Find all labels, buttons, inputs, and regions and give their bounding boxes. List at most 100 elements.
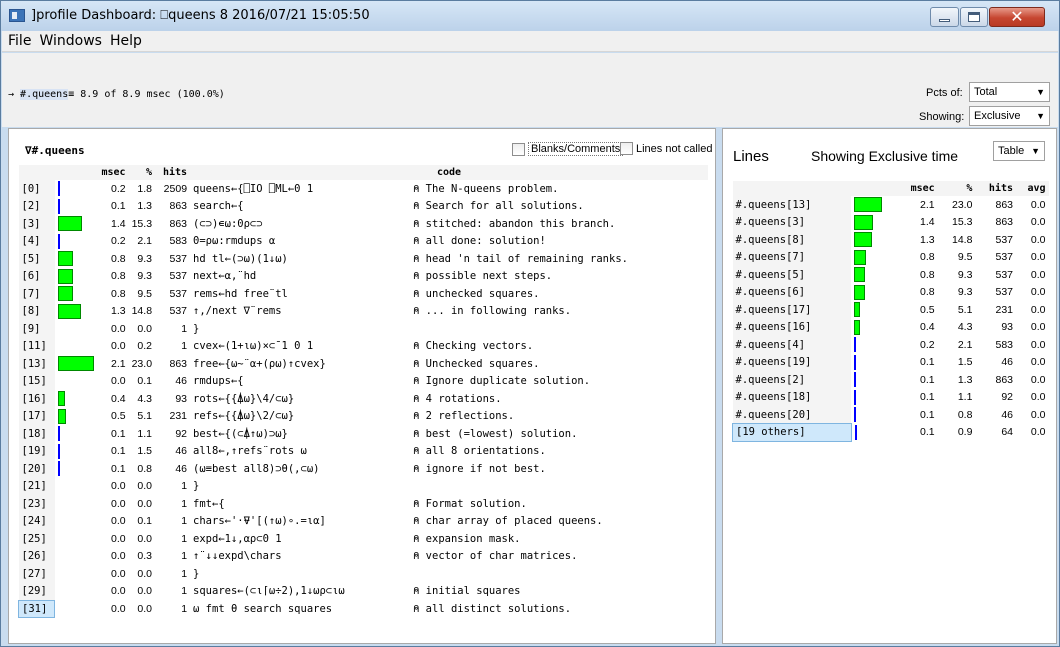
line-number[interactable]: [26] [18, 547, 55, 565]
code-row[interactable]: [17] 0.5 5.1 231 refs←{{⍋⍵}\2/⊂⍵} ⍝ 2 reflec… [18, 407, 709, 425]
lines-row[interactable]: #.queens[20] 0.1 0.8 46 0.0 [732, 406, 1049, 424]
lines-row[interactable]: #.queens[16] 0.4 4.3 93 0.0 [732, 318, 1049, 336]
lines-row[interactable]: #.queens[7] 0.8 9.5 537 0.0 [732, 248, 1049, 266]
line-number[interactable]: [5] [18, 250, 55, 268]
header-pct[interactable]: % [128, 165, 156, 180]
line-number[interactable]: [0] [18, 180, 55, 198]
header-avg[interactable]: avg [1016, 181, 1049, 196]
notcalled-checkbox[interactable]: Lines not called [620, 142, 712, 155]
line-number[interactable]: [7] [18, 285, 55, 303]
line-number[interactable]: [4] [18, 232, 55, 250]
maximize-button[interactable] [960, 7, 988, 27]
code-row[interactable]: [31] 0.0 0.0 1 ⍵ fmt θ search squares ⍝ all … [18, 599, 709, 618]
lines-row[interactable]: #.queens[6] 0.8 9.3 537 0.0 [732, 283, 1049, 301]
code-row[interactable]: [21] 0.0 0.0 1 } [18, 477, 709, 495]
line-number[interactable]: [17] [18, 407, 55, 425]
showing-dropdown[interactable]: Exclusive ▼ [969, 106, 1050, 126]
line-name[interactable]: #.queens[6] [732, 283, 852, 301]
line-number[interactable]: [31] [18, 599, 55, 618]
checkbox-box[interactable] [620, 142, 633, 155]
line-number[interactable]: [2] [18, 197, 55, 215]
code-row[interactable]: [11] 0.0 0.2 1 cvex←(1+ι⍵)×⊂¯1 0 1 ⍝ Checkin… [18, 337, 709, 355]
menu-file[interactable]: File [8, 33, 31, 49]
menu-windows[interactable]: Windows [39, 33, 102, 49]
header-msec[interactable]: msec [897, 181, 938, 196]
lines-row[interactable]: #.queens[13] 2.1 23.0 863 0.0 [732, 196, 1049, 214]
code-row[interactable]: [15] 0.0 0.1 46 rmdups←{⍝ Ignore duplicate … [18, 372, 709, 390]
code-row[interactable]: [0] 0.2 1.8 2509 queens←{⎕IO ⎕ML←0 1 ⍝ The N-… [18, 180, 709, 198]
line-number[interactable]: [20] [18, 460, 55, 478]
view-dropdown[interactable]: Table ▼ [993, 141, 1045, 161]
lines-row[interactable]: #.queens[8] 1.3 14.8 537 0.0 [732, 231, 1049, 249]
line-number[interactable]: [8] [18, 302, 55, 320]
close-button[interactable]: ✕ [989, 7, 1045, 27]
code-row[interactable]: [9] 0.0 0.0 1 } [18, 320, 709, 338]
code-row[interactable]: [19] 0.1 1.5 46 all8←,↑refs¨rots ⍵ ⍝ all 8 o… [18, 442, 709, 460]
code-row[interactable]: [7] 0.8 9.5 537 rems←hd free¨tl ⍝ unchecked … [18, 285, 709, 303]
lines-row[interactable]: #.queens[4] 0.2 2.1 583 0.0 [732, 336, 1049, 354]
line-name[interactable]: #.queens[13] [732, 196, 852, 214]
line-name[interactable]: #.queens[5] [732, 266, 852, 284]
line-number[interactable]: [25] [18, 530, 55, 548]
code-row[interactable]: [3] 1.4 15.3 863 (⊂⊃)∊⍵:0ρ⊂⊃ ⍝ stitched: aba… [18, 215, 709, 233]
code-row[interactable]: [20] 0.1 0.8 46 (⍵≡best all8)⊃θ(,⊂⍵) ⍝ ignor… [18, 460, 709, 478]
lines-row[interactable]: [19 others] 0.1 0.9 64 0.0 [732, 423, 1049, 442]
lines-row[interactable]: #.queens[5] 0.8 9.3 537 0.0 [732, 266, 1049, 284]
lines-row[interactable]: #.queens[2] 0.1 1.3 863 0.0 [732, 371, 1049, 389]
line-number[interactable]: [19] [18, 442, 55, 460]
code-row[interactable]: [29] 0.0 0.0 1 squares←(⊂ι⌈⍵÷2),1↓⍵ρ⊂ι⍵ ⍝ in… [18, 582, 709, 600]
line-name[interactable]: #.queens[18] [732, 388, 852, 406]
line-number[interactable]: [21] [18, 477, 55, 495]
line-number[interactable]: [16] [18, 390, 55, 408]
line-name[interactable]: [19 others] [732, 423, 852, 442]
header-hits[interactable]: hits [975, 181, 1017, 196]
code-row[interactable]: [16] 0.4 4.3 93 rots←{{⍋⍵}\4/⊂⍵} ⍝ 4 rotatio… [18, 390, 709, 408]
code-row[interactable]: [4] 0.2 2.1 583 0=ρ⍵:rmdups ⍺ ⍝ all done: so… [18, 232, 709, 250]
code-row[interactable]: [25] 0.0 0.0 1 expd←1↓,⍺ρ⊂0 1 ⍝ expansion ma… [18, 530, 709, 548]
checkbox-box[interactable] [512, 142, 525, 156]
line-number[interactable]: [18] [18, 425, 55, 443]
code-row[interactable]: [27] 0.0 0.0 1 } [18, 565, 709, 583]
code-row[interactable]: [6] 0.8 9.3 537 next←⍺,¨hd ⍝ possible next s… [18, 267, 709, 285]
header-pct[interactable]: % [937, 181, 976, 196]
lines-row[interactable]: #.queens[19] 0.1 1.5 46 0.0 [732, 353, 1049, 371]
line-number[interactable]: [29] [18, 582, 55, 600]
code-row[interactable]: [18] 0.1 1.1 92 best←{(⊂⍋↑⍵)⊃⍵} ⍝ best (=low… [18, 425, 709, 443]
menu-help[interactable]: Help [110, 33, 142, 49]
code-row[interactable]: [26] 0.0 0.3 1 ↑¨↓↓expd\chars ⍝ vector of ch… [18, 547, 709, 565]
header-hits[interactable]: hits [155, 165, 191, 180]
line-number[interactable]: [11] [18, 337, 55, 355]
line-name[interactable]: #.queens[16] [732, 318, 852, 336]
line-number[interactable]: [27] [18, 565, 55, 583]
line-name[interactable]: #.queens[2] [732, 371, 852, 389]
lines-row[interactable]: #.queens[17] 0.5 5.1 231 0.0 [732, 301, 1049, 319]
blanks-checkbox[interactable]: Blanks/Comments [512, 142, 624, 156]
line-name[interactable]: #.queens[3] [732, 213, 852, 231]
line-number[interactable]: [24] [18, 512, 55, 530]
line-number[interactable]: [6] [18, 267, 55, 285]
line-number[interactable]: [9] [18, 320, 55, 338]
line-name[interactable]: #.queens[4] [732, 336, 852, 354]
line-name[interactable]: #.queens[7] [732, 248, 852, 266]
header-msec[interactable]: msec [98, 165, 129, 180]
code-row[interactable]: [5] 0.8 9.3 537 hd tl←(⊃⍵)(1↓⍵) ⍝ head 'n ta… [18, 250, 709, 268]
line-name[interactable]: #.queens[17] [732, 301, 852, 319]
line-number[interactable]: [13] [18, 355, 55, 373]
line-number[interactable]: [15] [18, 372, 55, 390]
code-row[interactable]: [23] 0.0 0.0 1 fmt←{⍝ Format solution. [18, 495, 709, 513]
lines-row[interactable]: #.queens[18] 0.1 1.1 92 0.0 [732, 388, 1049, 406]
lines-row[interactable]: #.queens[3] 1.4 15.3 863 0.0 [732, 213, 1049, 231]
line-number[interactable]: [3] [18, 215, 55, 233]
title-bar[interactable]: ]profile Dashboard: ⎕queens 8 2016/07/21… [1, 1, 1059, 31]
summary-function[interactable]: #.queens [20, 89, 69, 100]
line-name[interactable]: #.queens[8] [732, 231, 852, 249]
line-name[interactable]: #.queens[20] [732, 406, 852, 424]
code-row[interactable]: [8] 1.3 14.8 537 ↑,/next ∇¨rems ⍝ ... in fol… [18, 302, 709, 320]
code-row[interactable]: [2] 0.1 1.3 863 search←{⍝ Search for all so… [18, 197, 709, 215]
pcts-dropdown[interactable]: Total ▼ [969, 82, 1050, 102]
line-number[interactable]: [23] [18, 495, 55, 513]
code-row[interactable]: [13] 2.1 23.0 863 free←{⍵~¨⍺+(ρ⍵)↑cvex} ⍝ Un… [18, 355, 709, 373]
minimize-button[interactable] [930, 7, 959, 27]
line-name[interactable]: #.queens[19] [732, 353, 852, 371]
code-row[interactable]: [24] 0.0 0.1 1 chars←'·⍫'[(↑⍵)∘.=ι⍺] ⍝ char … [18, 512, 709, 530]
